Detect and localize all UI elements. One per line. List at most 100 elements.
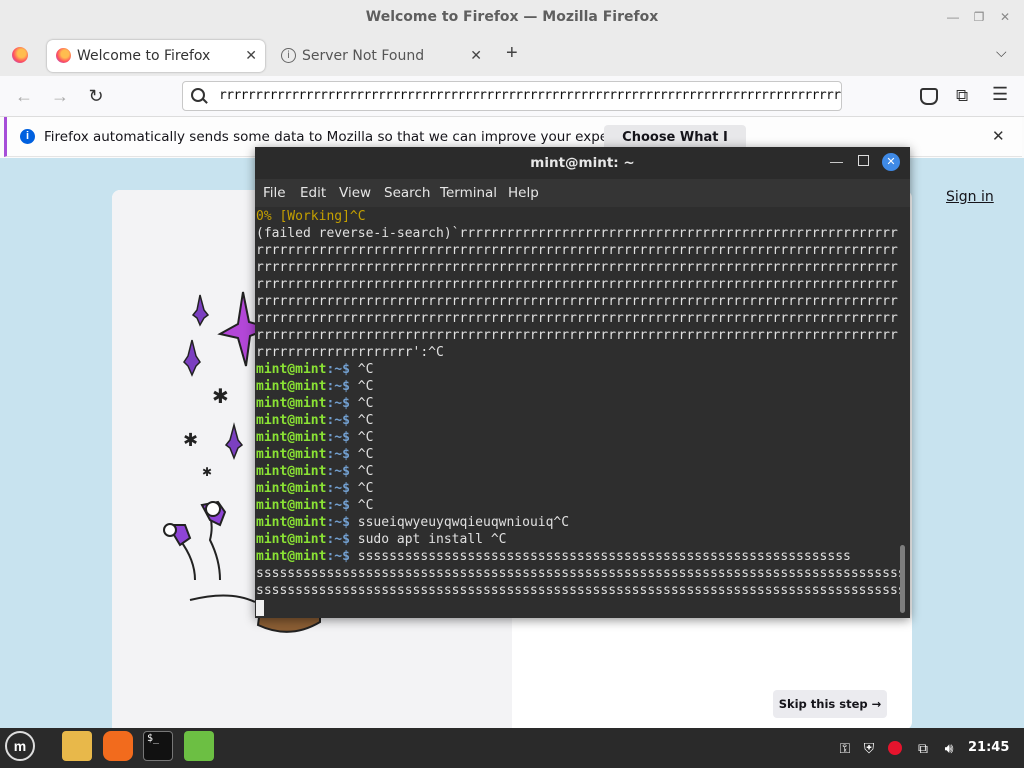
terminal-command: ^C bbox=[349, 447, 374, 462]
firefox-app-icon[interactable] bbox=[103, 731, 133, 761]
terminal-output[interactable]: 0% [Working]^C (failed reverse-i-search)… bbox=[255, 207, 900, 618]
pocket-icon[interactable] bbox=[920, 88, 938, 105]
terminal-line: (failed reverse-i-search)`rrrrrrrrrrrrrr… bbox=[256, 226, 900, 241]
search-icon-handle bbox=[202, 98, 208, 104]
terminal-command: ^C bbox=[349, 430, 374, 445]
volume-icon[interactable]: 🔊︎ bbox=[940, 739, 958, 757]
prompt-path: :~$ bbox=[326, 498, 350, 513]
prompt-path: :~$ bbox=[326, 362, 350, 377]
terminal-line: rrrrrrrrrrrrrrrrrrrrrrrrrrrrrrrrrrrrrrrr… bbox=[256, 311, 900, 326]
tab-server-not-found[interactable]: i Server Not Found ✕ bbox=[272, 40, 490, 72]
svg-text:✱: ✱ bbox=[202, 465, 212, 479]
terminal-line: rrrrrrrrrrrrrrrrrrrrrrrrrrrrrrrrrrrrrrrr… bbox=[256, 328, 900, 343]
menu-file[interactable]: File bbox=[263, 185, 286, 201]
close-window-icon[interactable]: ✕ bbox=[996, 8, 1014, 26]
terminal-command: ^C bbox=[349, 413, 374, 428]
terminal-line: rrrrrrrrrrrrrrrrrrrrrrrrrrrrrrrrrrrrrrrr… bbox=[256, 294, 900, 309]
prompt-path: :~$ bbox=[326, 532, 350, 547]
prompt-path: :~$ bbox=[326, 447, 350, 462]
terminal-cursor bbox=[256, 600, 264, 616]
menu-help[interactable]: Help bbox=[508, 185, 539, 201]
update-manager-icon[interactable]: ⚿ bbox=[836, 739, 854, 757]
new-tab-icon[interactable]: + bbox=[506, 42, 518, 65]
notification-text: Firefox automatically sends some data to… bbox=[44, 129, 655, 145]
terminal-minimize-icon[interactable]: — bbox=[830, 154, 843, 169]
prompt-user: mint@mint bbox=[256, 532, 327, 547]
network-icon[interactable]: ⧉ bbox=[914, 739, 932, 757]
back-icon[interactable]: ← bbox=[12, 84, 36, 108]
minimize-icon[interactable]: — bbox=[944, 8, 962, 26]
forward-icon[interactable]: → bbox=[48, 84, 72, 108]
menu-view[interactable]: View bbox=[339, 185, 371, 201]
extensions-icon[interactable]: ⧉ bbox=[956, 86, 968, 106]
tab-welcome[interactable]: Welcome to Firefox ✕ bbox=[47, 40, 265, 72]
terminal-command: ^C bbox=[349, 362, 374, 377]
prompt-path: :~$ bbox=[326, 515, 350, 530]
sign-in-link[interactable]: Sign in bbox=[946, 189, 994, 205]
svg-text:✱: ✱ bbox=[212, 386, 229, 408]
browser-window-title: Welcome to Firefox — Mozilla Firefox bbox=[365, 9, 659, 25]
terminal-command: ^C bbox=[349, 379, 374, 394]
terminal-maximize-icon[interactable] bbox=[858, 155, 869, 166]
mint-welcome-app-icon[interactable] bbox=[184, 731, 214, 761]
menu-terminal[interactable]: Terminal bbox=[440, 185, 497, 201]
prompt-user: mint@mint bbox=[256, 481, 327, 496]
terminal-line: 0% [Working]^C bbox=[256, 209, 366, 224]
terminal-command: ssueiqwyeuyqwqieuqwniouiq^C bbox=[349, 515, 570, 530]
reload-icon[interactable]: ↻ bbox=[84, 84, 108, 108]
terminal-command: sudo apt install ^C bbox=[349, 532, 507, 547]
prompt-path: :~$ bbox=[326, 379, 350, 394]
url-input-value[interactable]: rrrrrrrrrrrrrrrrrrrrrrrrrrrrrrrrrrrrrrrr… bbox=[219, 82, 841, 110]
maximize-icon[interactable]: ❐ bbox=[970, 8, 988, 26]
tab-label: Welcome to Firefox bbox=[77, 48, 211, 64]
prompt-user: mint@mint bbox=[256, 362, 327, 377]
prompt-user: mint@mint bbox=[256, 515, 327, 530]
skip-this-step-button[interactable]: Skip this step → bbox=[773, 690, 887, 718]
menu-icon[interactable]: ☰ bbox=[992, 84, 1008, 105]
info-icon: i bbox=[281, 48, 296, 63]
prompt-path: :~$ bbox=[326, 413, 350, 428]
terminal-line: rrrrrrrrrrrrrrrrrrrrrrrrrrrrrrrrrrrrrrrr… bbox=[256, 260, 900, 275]
close-tab-icon[interactable]: ✕ bbox=[470, 40, 482, 72]
close-tab-icon[interactable]: ✕ bbox=[245, 40, 257, 72]
tab-label: Server Not Found bbox=[302, 48, 425, 64]
prompt-user: mint@mint bbox=[256, 464, 327, 479]
terminal-line: ssssssssssssssssssssssssssssssssssssssss… bbox=[256, 566, 900, 581]
prompt-path: :~$ bbox=[326, 430, 350, 445]
record-icon[interactable] bbox=[888, 741, 902, 755]
terminal-line: ssssssssssssssssssssssssssssssssssssssss… bbox=[256, 583, 900, 598]
terminal-line: rrrrrrrrrrrrrrrrrrrr':^C bbox=[256, 345, 444, 360]
firefox-view-icon[interactable] bbox=[12, 47, 28, 63]
firefox-favicon-icon bbox=[56, 48, 71, 63]
terminal-command: ^C bbox=[349, 481, 374, 496]
terminal-title: mint@mint: ~ bbox=[530, 155, 635, 171]
terminal-command: ^C bbox=[349, 498, 374, 513]
svg-text:✱: ✱ bbox=[183, 430, 198, 450]
shield-icon[interactable]: ⛨ bbox=[860, 739, 878, 757]
address-bar[interactable]: rrrrrrrrrrrrrrrrrrrrrrrrrrrrrrrrrrrrrrrr… bbox=[182, 81, 842, 111]
terminal-line: rrrrrrrrrrrrrrrrrrrrrrrrrrrrrrrrrrrrrrrr… bbox=[256, 277, 900, 292]
info-icon: i bbox=[20, 129, 35, 144]
mint-menu-icon[interactable]: m bbox=[5, 731, 35, 761]
prompt-user: mint@mint bbox=[256, 498, 327, 513]
prompt-path: :~$ bbox=[326, 549, 350, 564]
menu-search[interactable]: Search bbox=[384, 185, 430, 201]
terminal-app-icon[interactable]: $_ bbox=[143, 731, 173, 761]
clock[interactable]: 21:45 bbox=[968, 740, 1009, 755]
prompt-user: mint@mint bbox=[256, 396, 327, 411]
terminal-command: ssssssssssssssssssssssssssssssssssssssss… bbox=[349, 549, 851, 564]
prompt-user: mint@mint bbox=[256, 447, 327, 462]
prompt-path: :~$ bbox=[326, 464, 350, 479]
prompt-user: mint@mint bbox=[256, 413, 327, 428]
list-all-tabs-icon[interactable]: ⌵ bbox=[996, 44, 1007, 61]
terminal-scrollbar[interactable] bbox=[900, 545, 905, 613]
terminal-close-icon[interactable]: ✕ bbox=[882, 153, 900, 171]
prompt-user: mint@mint bbox=[256, 430, 327, 445]
terminal-command: ^C bbox=[349, 464, 374, 479]
menu-edit[interactable]: Edit bbox=[300, 185, 326, 201]
close-notification-icon[interactable]: ✕ bbox=[992, 127, 1005, 145]
files-app-icon[interactable] bbox=[62, 731, 92, 761]
terminal-command: ^C bbox=[349, 396, 374, 411]
prompt-path: :~$ bbox=[326, 396, 350, 411]
prompt-user: mint@mint bbox=[256, 549, 327, 564]
